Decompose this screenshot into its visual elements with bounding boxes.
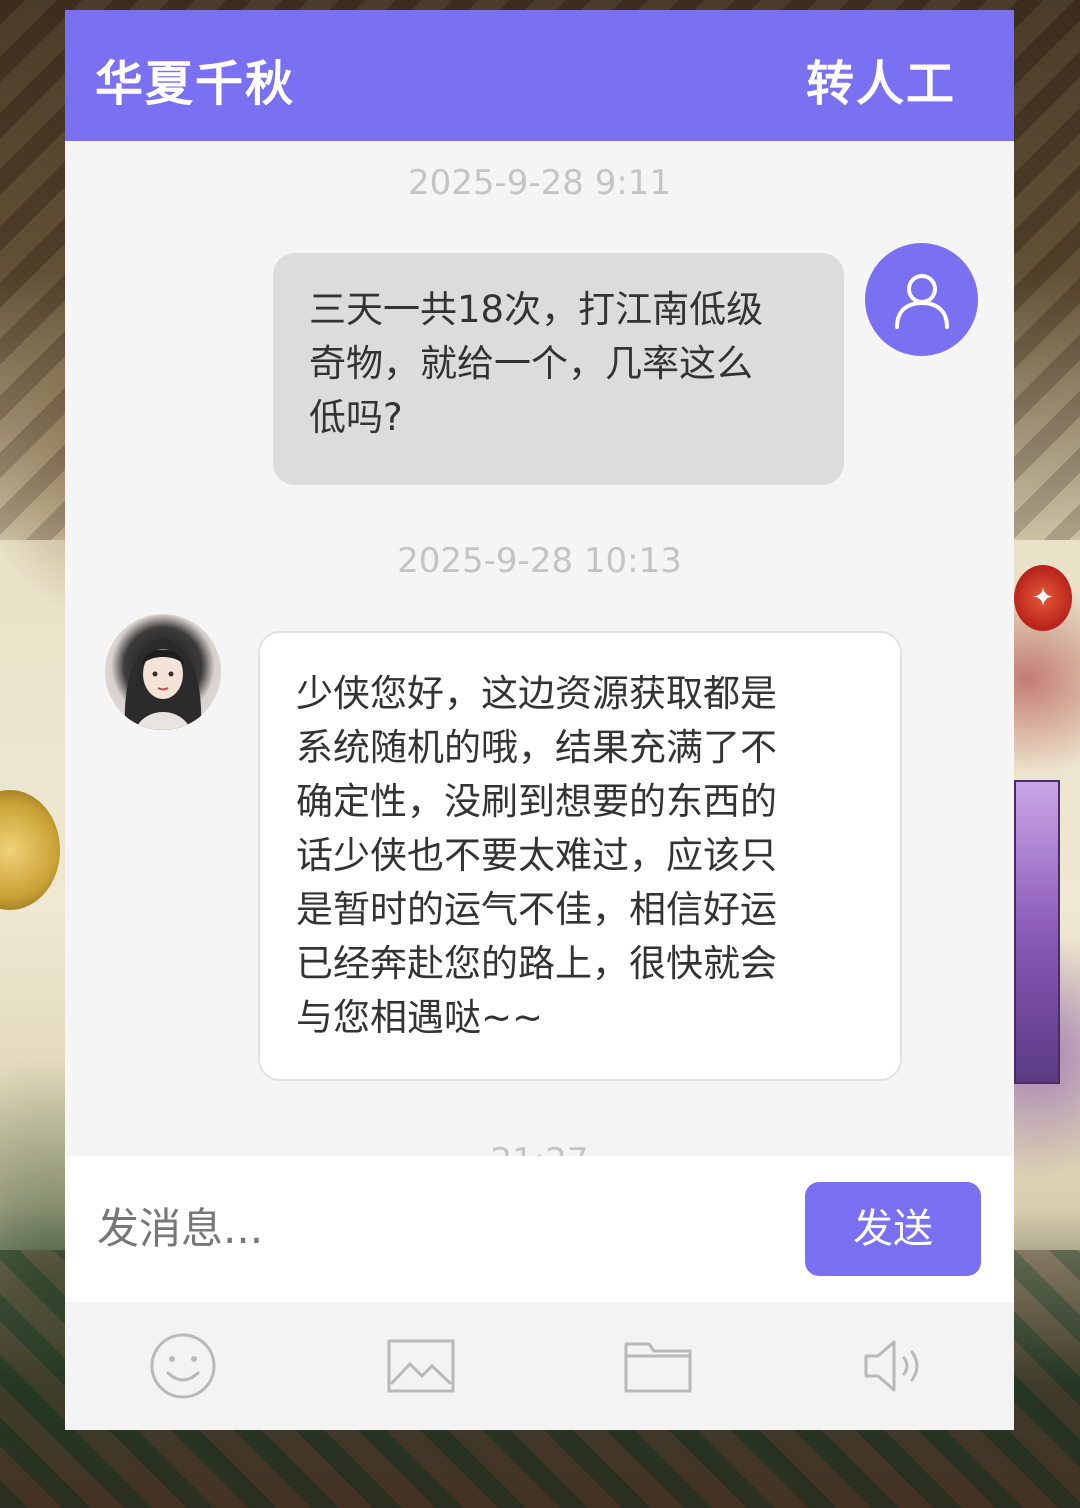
agent-portrait — [124, 638, 202, 730]
message-timestamp: 2025-9-28 9:11 — [407, 163, 672, 203]
counter-attack-badge-icon: ✦ — [1014, 565, 1072, 631]
composer-toolbar — [65, 1302, 1014, 1430]
message-line: 少侠您好，这边资源获取都是 — [296, 672, 777, 715]
message-line: 已经奔赴您的路上，很快就会 — [296, 942, 777, 985]
transfer-to-human-button[interactable]: 转人工 — [806, 44, 956, 114]
message-line: 三天一共18次，打江南低级 — [309, 288, 764, 331]
message-line: 是暂时的运气不佳，相信好运 — [296, 888, 777, 931]
image-button[interactable] — [381, 1326, 461, 1406]
composer-bar: 发送 — [65, 1156, 1014, 1302]
agent-message-bubble: 少侠您好，这边资源获取都是 系统随机的哦，结果充满了不 确定性，没刷到想要的东西… — [258, 631, 902, 1081]
voice-button[interactable] — [855, 1326, 935, 1406]
send-button[interactable]: 发送 — [805, 1182, 981, 1276]
image-icon — [387, 1339, 455, 1393]
emoji-icon — [150, 1333, 216, 1399]
message-timestamp: 2025-9-28 10:13 — [397, 541, 682, 581]
message-line: 奇物，就给一个，几率这么 — [309, 342, 753, 385]
character-card — [1014, 780, 1060, 1084]
agent-avatar[interactable] — [105, 614, 221, 730]
user-icon — [894, 273, 949, 329]
chat-header: 华夏千秋 转人工 — [65, 10, 1014, 141]
message-line: 确定性，没刷到想要的东西的 — [296, 780, 777, 823]
message-input[interactable] — [95, 1192, 779, 1264]
folder-icon — [624, 1342, 692, 1393]
chat-title: 华夏千秋 — [95, 56, 296, 112]
message-timestamp: 21:27 — [65, 1141, 1014, 1156]
message-line: 低吗? — [309, 396, 403, 439]
chat-bubble-coin-icon — [0, 790, 60, 910]
file-button[interactable] — [618, 1326, 698, 1406]
message-line: 话少侠也不要太难过，应该只 — [296, 834, 777, 877]
emoji-button[interactable] — [143, 1326, 223, 1406]
customer-service-chat-panel: 华夏千秋 转人工 2025-9-28 9:11 三天一共18次，打江南低级 奇物… — [65, 10, 1014, 1430]
message-line: 系统随机的哦，结果充满了不 — [296, 726, 777, 769]
user-avatar[interactable] — [865, 243, 978, 356]
speaker-icon — [864, 1340, 919, 1392]
message-line: 与您相遇哒~~ — [296, 996, 544, 1039]
user-message-bubble: 三天一共18次，打江南低级 奇物，就给一个，几率这么 低吗? — [273, 253, 844, 485]
message-list[interactable]: 2025-9-28 9:11 三天一共18次，打江南低级 奇物，就给一个，几率这… — [65, 141, 1014, 1156]
